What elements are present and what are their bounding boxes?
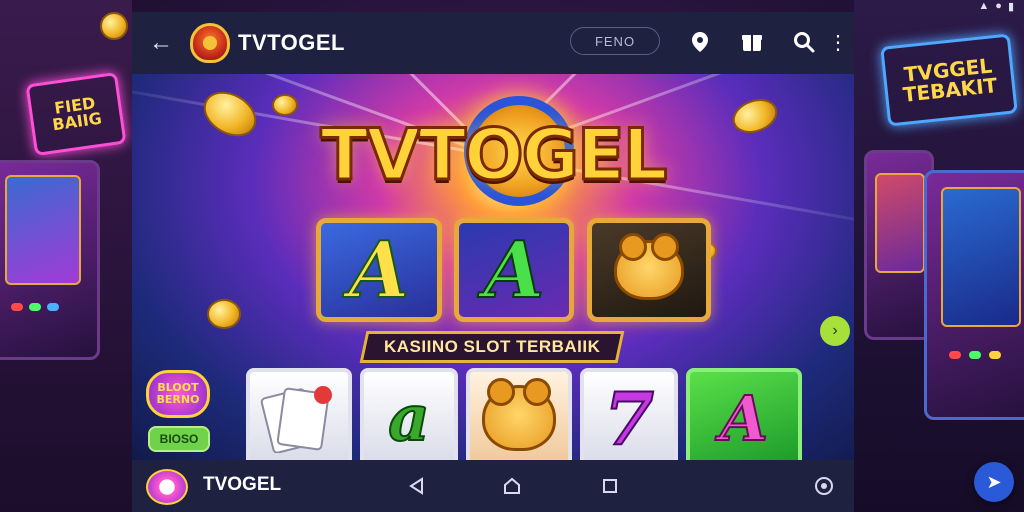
status-bar-icons: ▲ ● ▮ [978, 0, 1014, 13]
left-arcade-backdrop: FIED BAIIG [0, 0, 132, 512]
search-field[interactable]: FENO [570, 27, 660, 55]
signal-icon: ▲ [978, 0, 990, 12]
left-neon-sign: FIED BAIIG [25, 71, 127, 157]
search-icon[interactable] [792, 30, 816, 54]
bottom-logo [146, 469, 188, 505]
tile-seven-label: 7 [603, 375, 655, 461]
settings-icon[interactable] [812, 474, 836, 498]
hero-banner[interactable]: TVTOGEL A A KASIINO SLOT TERBAIIK BLOOT … [132, 74, 854, 460]
tile-a-green-label: A [719, 381, 769, 456]
reel-symbol-a: A [316, 218, 442, 322]
reel-symbol-bear [587, 218, 711, 322]
app-title: TVTOGEL [238, 30, 345, 55]
tile-cards[interactable] [246, 368, 352, 460]
app-logo [190, 23, 230, 63]
carousel-next-icon[interactable]: › [820, 316, 850, 346]
top-app-bar: ← TVTOGEL FENO ⋮ [132, 12, 854, 74]
bottom-nav-bar: TVOGEL [132, 460, 854, 512]
bear-mascot-icon [482, 378, 556, 451]
tile-a-label: a [387, 380, 430, 457]
battery-icon: ▮ [1007, 1, 1014, 13]
coin-decoration [272, 94, 298, 116]
coin-decoration [207, 299, 241, 329]
back-arrow-icon[interactable]: ← [146, 28, 176, 58]
promo-pill[interactable]: BIOSO [148, 426, 210, 452]
left-arcade-cabinet [0, 160, 100, 360]
gift-icon[interactable] [740, 30, 764, 54]
tile-a-green[interactable]: A [686, 368, 802, 460]
right-arcade-cabinet-front [924, 170, 1024, 420]
tile-seven[interactable]: 7 [580, 368, 678, 460]
share-fab-icon[interactable]: ➤ [974, 462, 1014, 502]
nav-back-icon[interactable] [404, 474, 428, 498]
right-neon-text: TVGGEL TEBAKIT [901, 53, 999, 107]
nav-recents-icon[interactable] [598, 474, 622, 498]
brand-logo-text: TVTOGEL [319, 113, 669, 198]
bottom-title: TVOGEL [203, 474, 282, 495]
playing-cards-icon [260, 386, 332, 453]
more-vert-icon[interactable]: ⋮ [826, 30, 850, 54]
tile-bear[interactable] [466, 368, 572, 460]
bear-mascot-icon [614, 233, 684, 300]
nav-home-icon[interactable] [500, 474, 524, 498]
wifi-icon: ● [995, 0, 1002, 12]
right-neon-sign: TVGGEL TEBAKIT [880, 33, 1018, 127]
screen: FIED BAIIG TVGGEL TEBAKIT ▲ ● ▮ ← TVTOGE… [0, 0, 1024, 512]
reel-symbol-a-green: A [454, 218, 574, 322]
slot-badge: BLOOT BERNO [146, 370, 210, 418]
right-arcade-backdrop: TVGGEL TEBAKIT ▲ ● ▮ [854, 0, 1024, 512]
tagline-banner: KASIINO SLOT TERBAIIK [359, 331, 625, 363]
app-window: ← TVTOGEL FENO ⋮ TVTOGEL A A KASIINO SLO… [132, 12, 854, 512]
tagline-text: KASIINO SLOT TERBAIIK [383, 337, 601, 356]
map-pin-icon[interactable] [688, 30, 712, 54]
tile-a[interactable]: a [360, 368, 458, 460]
